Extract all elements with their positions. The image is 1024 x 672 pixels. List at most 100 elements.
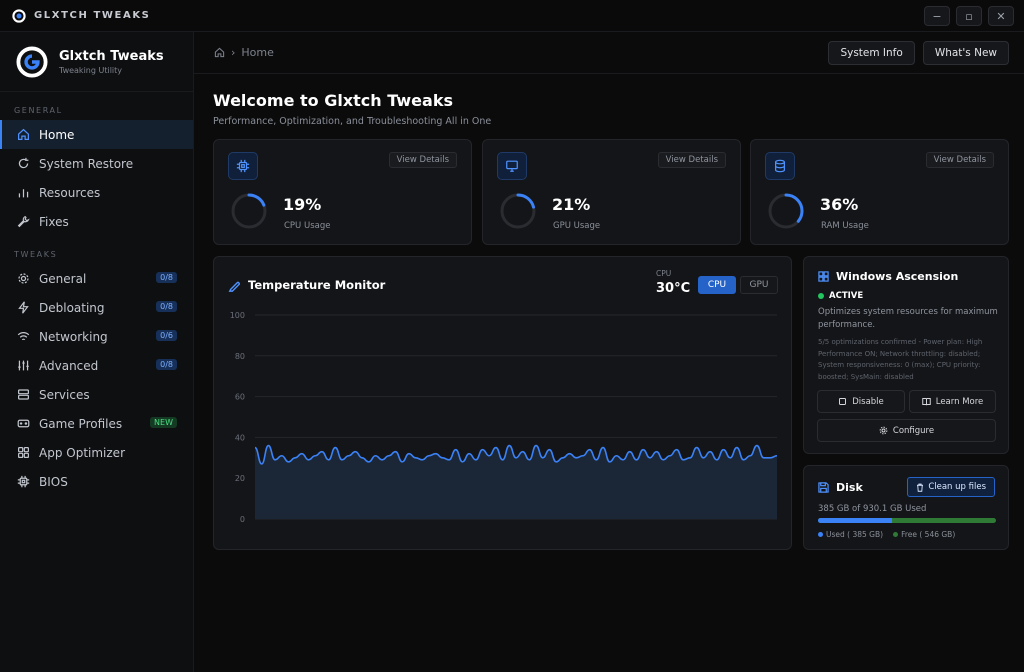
status-text: ACTIVE [829, 291, 864, 301]
lightning-icon [16, 301, 30, 315]
sidebar-item-system-restore[interactable]: System Restore [0, 149, 193, 178]
sidebar-item-label: Resources [39, 185, 101, 200]
square-icon [839, 398, 847, 405]
status-dot [818, 293, 824, 299]
y-tick-label: 20 [235, 474, 245, 483]
ascension-title: Windows Ascension [836, 270, 959, 283]
usage-value: 19% [283, 195, 322, 214]
minimize-button[interactable]: − [924, 6, 950, 26]
disk-title: Disk [836, 481, 863, 494]
count-badge: 0/8 [156, 272, 177, 283]
page-title: Welcome to Glxtch Tweaks [213, 91, 453, 110]
page-subtitle: Performance, Optimization, and Troublesh… [213, 116, 492, 127]
whats-new-button[interactable]: What's New [922, 41, 1009, 65]
gamepad-icon [16, 417, 30, 431]
system-info-button[interactable]: System Info [828, 41, 915, 65]
sidebar-item-label: System Restore [39, 156, 134, 171]
breadcrumb: › Home [214, 46, 274, 59]
sidebar-item-networking[interactable]: Networking 0/6 [0, 322, 193, 351]
temperature-monitor-card: 100 80 60 40 20 0 Temperature Monitor CPU 30°… [213, 256, 792, 550]
sidebar-item-label: Networking [39, 329, 108, 344]
status-badge: ACTIVE [818, 291, 863, 301]
sidebar-item-label: Advanced [39, 358, 99, 373]
legend-used: Used ( 385 GB) [818, 530, 883, 539]
clean-up-files-button[interactable]: Clean up files [907, 477, 995, 497]
clean-up-label: Clean up files [928, 482, 986, 492]
sidebar-item-label: Debloating [39, 300, 105, 315]
trash-icon [917, 483, 924, 492]
disk-legend: Used ( 385 GB) Free ( 546 GB) [818, 530, 955, 539]
sidebar-item-fixes[interactable]: Fixes [0, 207, 193, 236]
usage-value: 36% [820, 195, 859, 214]
cpu-icon [228, 152, 258, 180]
gpu-usage-card: View Details 21% GPU Usage [482, 139, 741, 245]
bar-chart-icon [16, 186, 30, 200]
wrench-icon [16, 215, 30, 229]
y-tick-label: 80 [235, 352, 245, 361]
sidebar-item-home[interactable]: Home [0, 120, 193, 149]
book-icon [921, 398, 931, 406]
usage-ring [500, 193, 536, 229]
view-details-button[interactable]: View Details [388, 152, 457, 168]
new-badge: NEW [150, 417, 177, 428]
legend-free-swatch [893, 532, 899, 537]
cpu-usage-card: View Details 19% CPU Usage [213, 139, 472, 245]
learn-more-button[interactable]: Learn More [909, 390, 996, 413]
usage-label: GPU Usage [553, 221, 601, 231]
window-title: GLXTCH TWEAKS [34, 10, 151, 21]
count-badge: 0/8 [156, 359, 177, 370]
disable-button[interactable]: Disable [817, 390, 905, 413]
brand-subtitle: Tweaking Utility [59, 65, 123, 75]
temperature-area [255, 445, 777, 519]
breadcrumb-current: Home [241, 46, 274, 59]
temperature-value: 30°C [656, 281, 691, 296]
disk-used-fill [818, 518, 892, 523]
sidebar-item-bios[interactable]: BIOS [0, 467, 193, 496]
sidebar-item-game-profiles[interactable]: Game Profiles NEW [0, 409, 193, 438]
usage-value: 21% [552, 195, 591, 214]
sidebar-item-label: BIOS [39, 474, 68, 489]
brand-logo-icon [16, 45, 48, 78]
sidebar-item-label: General [39, 271, 87, 286]
count-badge: 0/8 [156, 301, 177, 312]
sidebar-item-advanced[interactable]: Advanced 0/8 [0, 351, 193, 380]
monitor-icon [497, 152, 527, 180]
wifi-icon [16, 330, 30, 344]
apps-icon [16, 446, 30, 460]
disk-card: Disk Clean up files 385 GB of 930.1 GB U… [803, 465, 1009, 550]
disable-label: Disable [852, 396, 884, 407]
usage-label: RAM Usage [821, 221, 869, 231]
sidebar-item-debloating[interactable]: Debloating 0/8 [0, 293, 193, 322]
save-disk-icon [818, 482, 829, 493]
section-label-tweaks: TWEAKS [14, 250, 58, 259]
gear-icon [16, 272, 30, 286]
disk-usage-text: 385 GB of 930.1 GB Used [818, 504, 927, 514]
legend-used-swatch [818, 532, 823, 537]
configure-label: Configure [892, 425, 935, 436]
view-details-button[interactable]: View Details [657, 152, 726, 168]
y-tick-label: 0 [240, 515, 245, 524]
temperature-source-label: CPU [656, 269, 672, 278]
legend-free: Free ( 546 GB) [893, 530, 955, 539]
sidebar-item-resources[interactable]: Resources [0, 178, 193, 207]
close-button[interactable]: ✕ [988, 6, 1014, 26]
configure-button[interactable]: Configure [817, 419, 996, 442]
sidebar-item-app-optimizer[interactable]: App Optimizer [0, 438, 193, 467]
usage-ring [768, 193, 804, 229]
header: › Home System Info What's New [194, 32, 1024, 74]
maximize-button[interactable]: ▫ [956, 6, 982, 26]
disk-usage-bar [818, 518, 996, 523]
cpu-toggle-button[interactable]: CPU [698, 276, 736, 294]
sidebar-item-general[interactable]: General 0/8 [0, 264, 193, 293]
server-icon [16, 388, 30, 402]
brand: Glxtch Tweaks Tweaking Utility [0, 32, 193, 92]
temperature-title: Temperature Monitor [248, 278, 386, 292]
home-icon[interactable] [214, 47, 225, 58]
gpu-toggle-button[interactable]: GPU [740, 276, 778, 294]
count-badge: 0/6 [156, 330, 177, 341]
breadcrumb-separator: › [231, 46, 236, 59]
restore-icon [16, 157, 30, 171]
sidebar-item-services[interactable]: Services [0, 380, 193, 409]
view-details-button[interactable]: View Details [925, 152, 994, 168]
learn-more-label: Learn More [935, 396, 984, 407]
